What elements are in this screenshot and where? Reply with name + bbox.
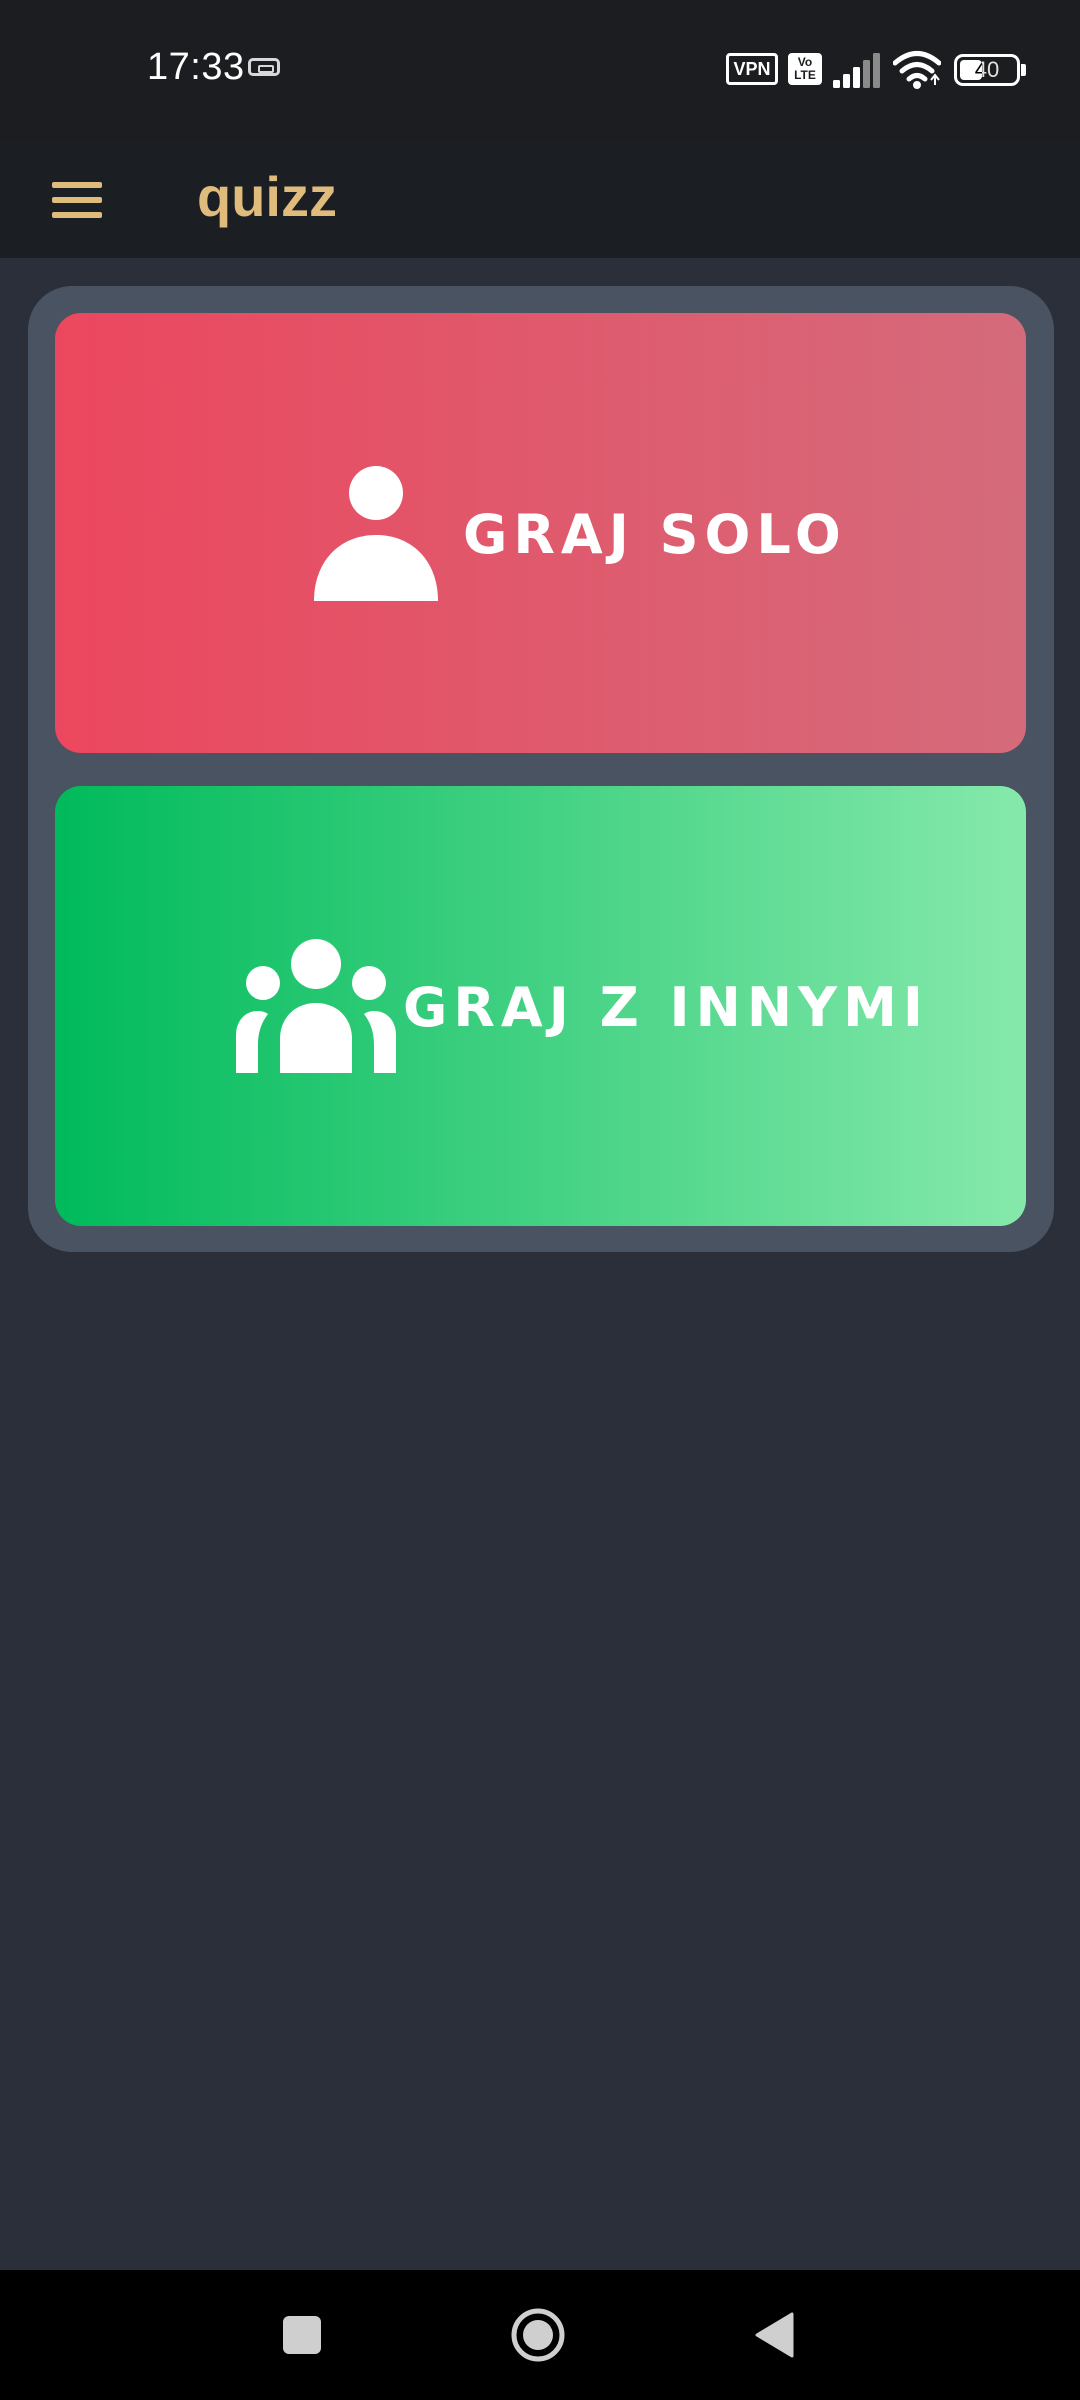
recents-button[interactable] [283,2316,321,2354]
hamburger-menu-icon [52,182,102,188]
sim-icon [248,58,280,76]
vpn-icon: VPN [726,53,778,85]
main-content: GRAJ SOLO GRAJ Z INNYMI [0,258,1080,2270]
play-solo-label: GRAJ SOLO [463,503,847,566]
wifi-icon [893,51,941,89]
system-navigation-bar [0,2270,1080,2400]
play-with-others-button[interactable]: GRAJ Z INNYMI [55,786,1026,1226]
app-title: quizz [197,165,337,228]
back-button[interactable] [754,2312,794,2358]
back-triangle-icon [755,2312,794,2358]
hamburger-menu-icon [52,212,102,218]
mode-selection-panel: GRAJ SOLO GRAJ Z INNYMI [28,286,1054,1252]
person-icon [314,466,438,601]
hamburger-menu-icon [52,197,102,203]
battery-icon: 40 [954,54,1020,86]
status-time: 17:33 [147,46,245,88]
hamburger-menu-button[interactable] [40,162,114,236]
play-solo-button[interactable]: GRAJ SOLO [55,313,1026,753]
group-icon [236,939,396,1073]
home-button[interactable] [511,2308,565,2362]
app-bar: quizz [0,140,1080,258]
volte-icon: Vo LTE [788,53,822,85]
status-bar: 17:33 VPN Vo LTE 40 [0,0,1080,140]
signal-icon [833,53,880,88]
play-with-others-label: GRAJ Z INNYMI [403,976,929,1039]
battery-tip [1021,64,1026,76]
home-circle-icon [511,2308,565,2362]
battery-level: 40 [974,57,1000,82]
